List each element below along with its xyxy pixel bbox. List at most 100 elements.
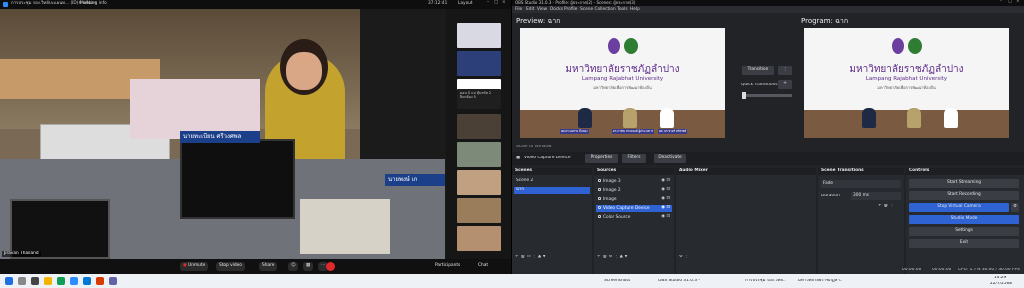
- settings-button[interactable]: Settings: [909, 227, 1019, 236]
- filters-button[interactable]: Filters: [622, 154, 646, 163]
- main-video[interactable]: นายทะเบียน ศรีวงศพล นายพงษ์ เก Jiravan T…: [0, 9, 445, 259]
- program-faculty-seal-icon: [908, 38, 922, 54]
- visibility-lock-icon[interactable]: ◉ ⊡: [661, 178, 670, 183]
- university-seal-icon: [608, 38, 620, 54]
- start-streaming-button[interactable]: Start Streaming: [909, 179, 1019, 188]
- thumbnail-2[interactable]: [457, 51, 501, 76]
- source-item-2[interactable]: Image 2 ◉ ⊡: [596, 187, 672, 194]
- menu-edit[interactable]: Edit: [526, 7, 534, 12]
- scene-item-2[interactable]: ฉาก: [514, 187, 590, 194]
- university-thai-title: มหาวิทยาลัยราชภัฏลำปาง: [565, 64, 680, 75]
- menu-scene-collection[interactable]: Scene Collection: [580, 7, 616, 12]
- image-icon: [598, 188, 601, 191]
- scenes-dock: Scenes Scene 2 ฉาก + 🗑 ▭ ⋮ ▲ ▼: [512, 168, 592, 274]
- meeting-info-button[interactable]: Meeting info: [80, 1, 107, 6]
- obs-minimize-icon[interactable]: –: [1000, 0, 1002, 4]
- thumbnail-9[interactable]: [457, 226, 501, 251]
- apps-icon[interactable]: ▦: [303, 262, 314, 271]
- audio-mixer-header: Audio Mixer: [676, 168, 816, 175]
- transition-button[interactable]: Transition: [742, 66, 774, 75]
- file-explorer-icon[interactable]: [44, 277, 52, 285]
- obs-maximize-icon[interactable]: □: [1008, 0, 1012, 4]
- thumbnail-1[interactable]: [457, 23, 501, 48]
- audio-settings-icon[interactable]: ⚙ ⋮: [679, 255, 689, 259]
- stop-video-label: Stop video: [219, 263, 242, 268]
- visibility-lock-icon[interactable]: ◉ ⊡: [661, 196, 670, 201]
- edge-icon[interactable]: [83, 277, 91, 285]
- unmute-button[interactable]: ● Unmute: [180, 262, 209, 271]
- menu-help[interactable]: Help: [630, 7, 640, 12]
- transition-select[interactable]: Fade: [821, 180, 901, 188]
- thumbnail-6[interactable]: [457, 142, 501, 167]
- duration-input[interactable]: 300 ms: [851, 192, 901, 200]
- transition-slider-handle[interactable]: [742, 92, 746, 99]
- brush-icon: [598, 215, 601, 218]
- office-icon[interactable]: [96, 277, 104, 285]
- source-item-3[interactable]: Image ◉ ⊡: [596, 196, 672, 203]
- start-recording-button[interactable]: Start Recording: [909, 191, 1019, 200]
- exit-button[interactable]: Exit: [909, 239, 1019, 248]
- panelist-1-name: ผศ.ดร.พอชาย ปั้นทอง: [560, 129, 589, 134]
- stop-virtual-camera-button[interactable]: Stop Virtual Camera: [909, 203, 1009, 212]
- nameplate-1: นายทะเบียน ศรีวงศพล: [180, 131, 260, 143]
- obs-close-icon[interactable]: ×: [1016, 0, 1020, 4]
- taskbar-item-obs[interactable]: OBS Studio 31.0.3 -: [658, 279, 700, 283]
- transition-menu-icon[interactable]: ⋮: [778, 66, 792, 75]
- preview-label: Preview: ฉาก: [516, 17, 561, 25]
- taskbar-item-screenshots[interactable]: Screenshots: [604, 279, 630, 283]
- taskbar-time: 14:29: [994, 276, 1007, 280]
- thumbnail-8[interactable]: [457, 198, 501, 223]
- transition-slider[interactable]: [742, 94, 792, 97]
- participants-button[interactable]: Participants: [432, 262, 463, 271]
- participant-strip[interactable]: ดอน S แป หุ้มรหัส 2 ปิดกล้อง 5: [446, 9, 511, 259]
- teams-icon[interactable]: [109, 277, 117, 285]
- camera-icon: [598, 206, 601, 209]
- chrome-icon[interactable]: [57, 277, 65, 285]
- search-icon[interactable]: [18, 277, 26, 285]
- zoom-titlebar: การประชุม รอง.วิทย์ปะแผนท... (ID)# ผลิตภ…: [0, 0, 511, 9]
- menu-profile[interactable]: Profile: [564, 7, 577, 12]
- deactivate-button[interactable]: Deactivate: [654, 154, 686, 163]
- menu-file[interactable]: File: [515, 7, 522, 12]
- reactions-icon[interactable]: ☺: [288, 262, 299, 271]
- zoom-logo-icon: [3, 2, 8, 7]
- scene-item-1[interactable]: Scene 2: [514, 178, 590, 185]
- add-quick-transition-icon[interactable]: +: [778, 80, 792, 89]
- taskbar-item-zoom[interactable]: การประชุม รอง.วิทย์..: [745, 279, 786, 283]
- thumbnail-7[interactable]: [457, 170, 501, 195]
- preview-canvas[interactable]: มหาวิทยาลัยราชภัฏลำปาง Lampang Rajabhat …: [520, 28, 725, 138]
- transition-buttons[interactable]: + 🗑 ⋮: [878, 204, 894, 208]
- studio-mode-button[interactable]: Studio Mode: [909, 215, 1019, 224]
- source-item-5[interactable]: Color Source ◉ ⊡: [596, 214, 672, 221]
- menu-docks[interactable]: Docks: [550, 7, 563, 12]
- add-source-icon[interactable]: + 🗑 ⚙ ⋮ ▲ ▼: [597, 255, 628, 259]
- source-item-4[interactable]: Video Capture Device ◉ ⊡: [596, 205, 672, 212]
- share-button[interactable]: Share: [259, 262, 278, 271]
- maximize-icon[interactable]: □: [494, 0, 498, 5]
- visibility-lock-icon[interactable]: ◉ ⊡: [661, 214, 670, 219]
- thumbnail-5[interactable]: [457, 114, 501, 139]
- scale-to-window[interactable]: Scale to Window: [516, 145, 552, 149]
- visibility-lock-icon[interactable]: ◉ ⊡: [661, 205, 670, 210]
- taskbar-item-browser[interactable]: มหาวิทยาลัยราชภัฏลำ..: [798, 279, 843, 283]
- add-scene-icon[interactable]: + 🗑 ▭ ⋮ ▲ ▼: [515, 255, 546, 259]
- image-icon: [598, 197, 601, 200]
- zoom-app-icon[interactable]: [70, 277, 78, 285]
- virtual-camera-settings-icon[interactable]: ⚙: [1011, 203, 1019, 212]
- quick-transitions-label: Quick Transitions: [741, 83, 778, 87]
- source-item-4-label: Video Capture Device: [603, 206, 650, 211]
- thumbnail-4[interactable]: ดอน S แป หุ้มรหัส 2 ปิดกล้อง 5: [457, 89, 501, 109]
- minimize-icon[interactable]: –: [487, 0, 489, 5]
- task-view-icon[interactable]: [31, 277, 39, 285]
- leave-button[interactable]: [326, 262, 335, 271]
- source-item-1[interactable]: Image 3 ◉ ⊡: [596, 178, 672, 185]
- properties-button[interactable]: Properties: [585, 154, 618, 163]
- menu-view[interactable]: View: [537, 7, 547, 12]
- visibility-lock-icon[interactable]: ◉ ⊡: [661, 187, 670, 192]
- menu-tools[interactable]: Tools: [617, 7, 628, 12]
- chat-button[interactable]: Chat: [475, 262, 491, 271]
- layout-button[interactable]: Layout: [458, 1, 473, 6]
- close-icon[interactable]: ×: [502, 0, 506, 5]
- start-icon[interactable]: [5, 277, 13, 285]
- stop-video-button[interactable]: Stop video: [216, 262, 245, 271]
